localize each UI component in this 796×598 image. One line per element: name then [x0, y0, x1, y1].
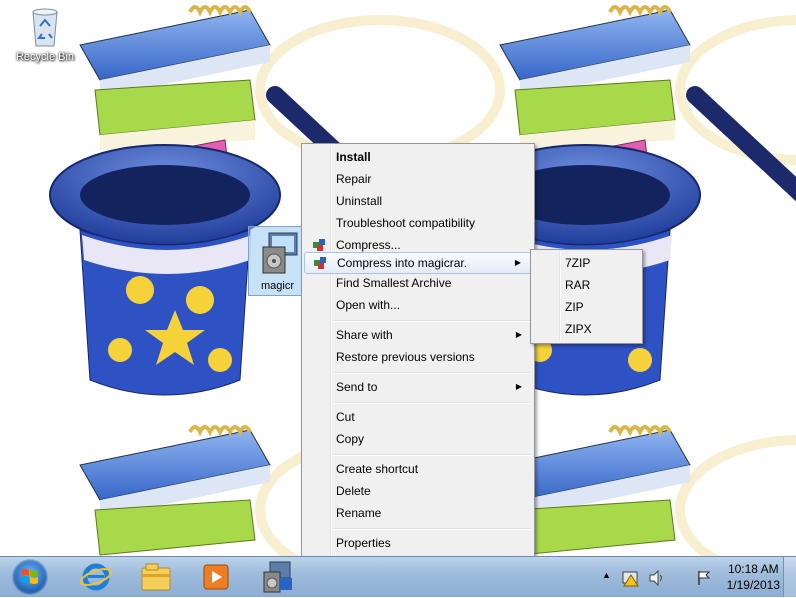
- installer-button[interactable]: [258, 560, 298, 594]
- menu-item-label: Install: [336, 150, 371, 164]
- submenu-item-label: 7ZIP: [565, 256, 591, 270]
- menu-separator: [334, 402, 530, 404]
- menu-item-label: Find Smallest Archive: [336, 276, 452, 290]
- recycle-bin-icon: [32, 8, 58, 47]
- menu-item-delete[interactable]: Delete: [304, 480, 532, 502]
- submenu-item-zipx[interactable]: ZIPX: [533, 318, 640, 340]
- clock-date: 1/19/2013: [726, 578, 780, 592]
- menu-item-open-with[interactable]: Open with...: [304, 294, 532, 316]
- context-menu: Install Repair Uninstall Troubleshoot co…: [301, 143, 535, 559]
- menu-item-uninstall[interactable]: Uninstall: [304, 190, 532, 212]
- submenu-item-7zip[interactable]: 7ZIP: [533, 252, 640, 274]
- submenu-item-rar[interactable]: RAR: [533, 274, 640, 296]
- menu-item-share-with[interactable]: Share with ▶: [304, 324, 532, 346]
- menu-item-restore-previous[interactable]: Restore previous versions: [304, 346, 532, 368]
- menu-item-label: Compress...: [336, 238, 401, 252]
- menu-item-troubleshoot[interactable]: Troubleshoot compatibility: [304, 212, 532, 234]
- menu-item-label: Open with...: [336, 298, 401, 312]
- internet-explorer-icon: [79, 563, 113, 591]
- menu-item-cut[interactable]: Cut: [304, 406, 532, 428]
- menu-item-properties[interactable]: Properties: [304, 532, 532, 554]
- menu-item-label: Rename: [336, 506, 382, 520]
- menu-item-label: Uninstall: [336, 194, 383, 208]
- clock[interactable]: 10:18 AM 1/19/2013: [727, 561, 780, 593]
- recycle-bin-label: Recycle Bin: [15, 51, 75, 63]
- volume-icon[interactable]: [648, 569, 666, 587]
- submenu-arrow-icon: ▶: [515, 382, 522, 391]
- installer-file-icon: [262, 232, 298, 274]
- menu-item-label: Repair: [336, 172, 372, 186]
- menu-separator: [334, 528, 530, 530]
- submenu-item-label: ZIP: [565, 300, 584, 314]
- menu-item-label: Compress into magicrar.: [337, 256, 468, 270]
- start-button[interactable]: [12, 559, 48, 595]
- menu-item-copy[interactable]: Copy: [304, 428, 532, 450]
- menu-item-label: Restore previous versions: [336, 350, 475, 364]
- submenu-item-label: ZIPX: [565, 322, 592, 336]
- menu-item-repair[interactable]: Repair: [304, 168, 532, 190]
- internet-explorer-button[interactable]: [76, 560, 116, 594]
- menu-item-compress-into[interactable]: Compress into magicrar. ▶: [304, 252, 532, 274]
- menu-separator: [334, 372, 530, 374]
- menu-item-label: Share with: [336, 328, 393, 342]
- selected-file-label: magicr: [261, 280, 295, 292]
- menu-item-create-shortcut[interactable]: Create shortcut: [304, 458, 532, 480]
- menu-item-label: Properties: [336, 536, 391, 550]
- media-player-button[interactable]: [196, 560, 236, 594]
- menu-item-label: Create shortcut: [336, 462, 419, 476]
- flag-icon[interactable]: [696, 569, 714, 587]
- installer-icon: [263, 561, 292, 593]
- taskbar: ▲ 10:18 AM 1/19/2013: [0, 556, 796, 597]
- magicrar-icon: [314, 257, 326, 269]
- menu-item-find-smallest[interactable]: Find Smallest Archive: [304, 272, 532, 294]
- submenu-arrow-icon: ▶: [514, 258, 521, 267]
- menu-item-label: Troubleshoot compatibility: [336, 216, 475, 230]
- menu-separator: [334, 320, 530, 322]
- system-tray: ▲ 10:18 AM 1/19/2013: [596, 557, 796, 597]
- file-explorer-button[interactable]: [136, 560, 176, 594]
- menu-item-rename[interactable]: Rename: [304, 502, 532, 524]
- submenu-item-label: RAR: [565, 278, 591, 292]
- submenu-item-zip[interactable]: ZIP: [533, 296, 640, 318]
- media-player-icon: [203, 564, 229, 590]
- recycle-bin[interactable]: Recycle Bin: [10, 4, 80, 63]
- selected-file-icon[interactable]: magicr: [248, 226, 308, 296]
- file-explorer-icon: [141, 563, 171, 591]
- submenu-arrow-icon: ▶: [515, 330, 522, 339]
- menu-item-label: Send to: [336, 380, 378, 394]
- menu-item-send-to[interactable]: Send to ▶: [304, 376, 532, 398]
- menu-separator: [334, 454, 530, 456]
- magicrar-icon: [313, 239, 325, 251]
- compress-submenu: 7ZIP RAR ZIP ZIPX: [530, 249, 643, 344]
- windows-logo-icon: [22, 569, 38, 584]
- action-center-icon[interactable]: [622, 569, 640, 587]
- menu-item-label: Cut: [336, 410, 355, 424]
- menu-item-install[interactable]: Install: [304, 146, 532, 168]
- menu-item-label: Delete: [336, 484, 371, 498]
- clock-time: 10:18 AM: [727, 562, 779, 576]
- show-desktop-button[interactable]: [783, 557, 796, 597]
- menu-item-label: Copy: [336, 432, 365, 446]
- show-hidden-icons-icon[interactable]: ▲: [602, 570, 611, 580]
